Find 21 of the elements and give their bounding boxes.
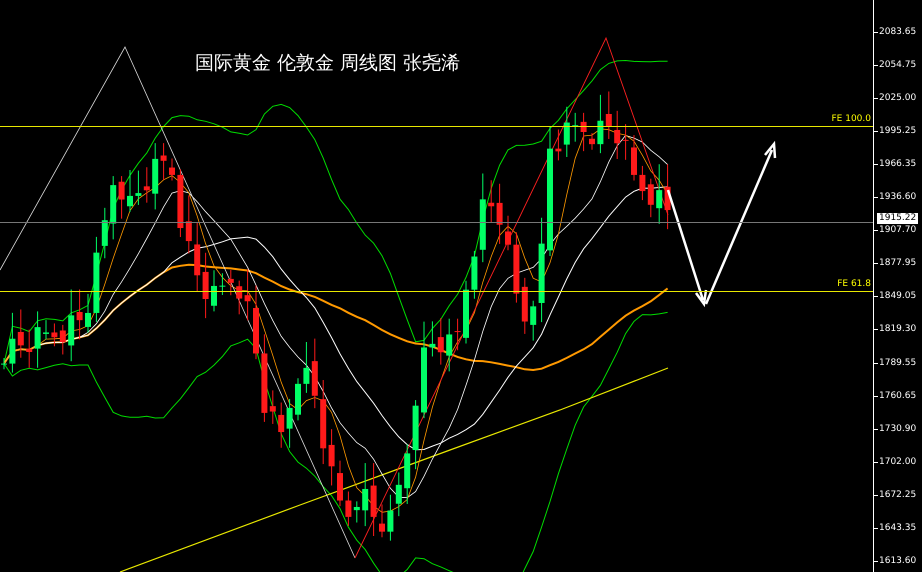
price-axis-label: 1672.25 [879,488,916,502]
price-axis-label: 1789.55 [879,356,916,370]
current-price-label: 1915.22 [877,212,918,224]
price-axis-label: 1907.70 [879,224,916,237]
price-axis-label: 1702.00 [879,456,916,468]
price-axis-label: 1849.05 [879,290,916,304]
price-axis-label: 1936.60 [879,191,916,204]
price-axis-label: 1613.60 [879,554,916,568]
price-axis-label: 1760.65 [879,390,916,402]
level-label: FE 61.8 [837,278,871,290]
price-axis-label: 2083.65 [879,26,916,39]
price-axis-label: 1730.90 [879,422,916,436]
level-label: FE 100.0 [832,113,871,125]
price-axis-label: 1819.30 [879,323,916,336]
price-axis-label: 2054.75 [879,58,916,72]
price-axis-label: 1877.95 [879,257,916,270]
price-axis-label: 2025.00 [879,92,916,105]
price-axis-label: 1966.35 [879,158,916,171]
price-axis-label: 1995.25 [879,125,916,138]
chart-title: 国际黄金 伦敦金 周线图 张尧浠 [195,51,460,76]
price-axis-label: 1643.35 [879,522,916,534]
